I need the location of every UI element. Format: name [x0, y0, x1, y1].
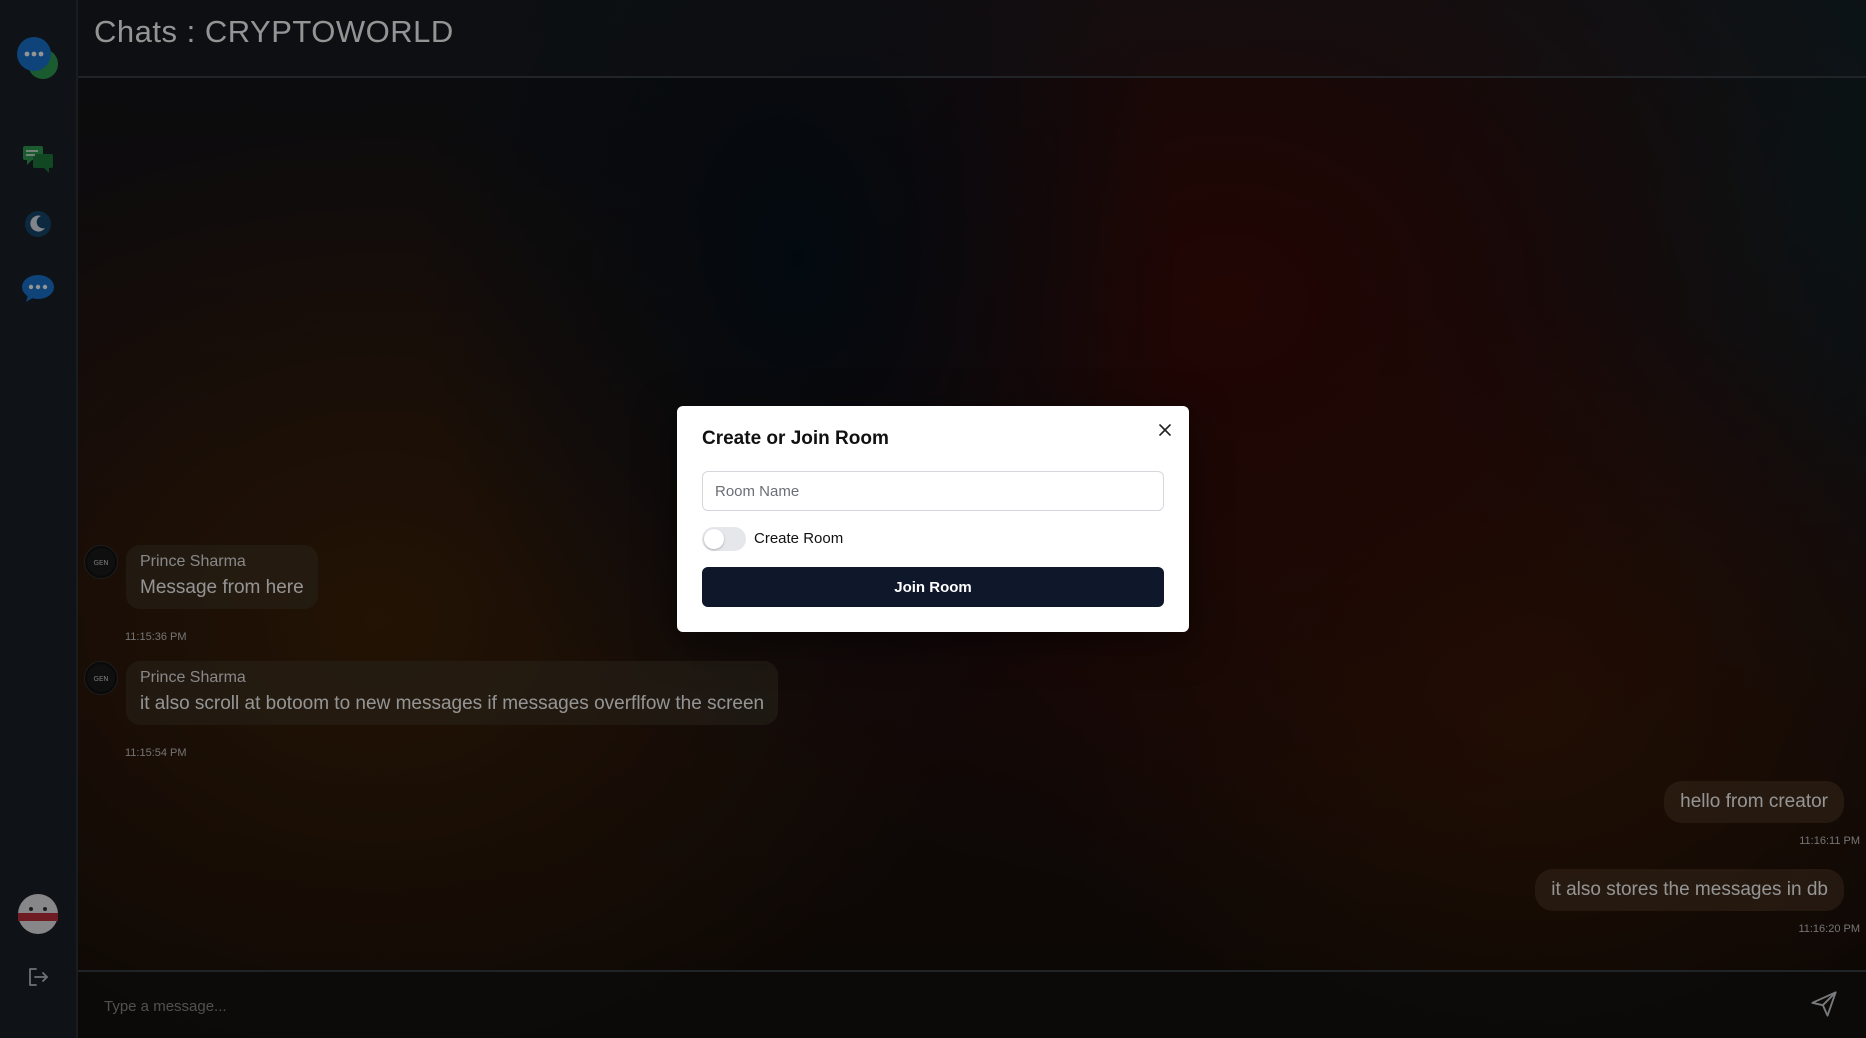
toggle-knob	[704, 529, 724, 549]
create-join-room-dialog: Create or Join Room Create Room Join Roo…	[677, 406, 1189, 632]
join-room-button[interactable]: Join Room	[702, 567, 1164, 607]
app: Chats : CRYPTOWORLD GEN Prince Sharma Me…	[0, 0, 1866, 1038]
create-room-toggle[interactable]	[702, 527, 746, 551]
room-name-input[interactable]	[702, 471, 1164, 511]
dialog-title: Create or Join Room	[702, 428, 889, 449]
create-room-label: Create Room	[754, 530, 844, 547]
close-icon[interactable]	[1155, 420, 1175, 440]
